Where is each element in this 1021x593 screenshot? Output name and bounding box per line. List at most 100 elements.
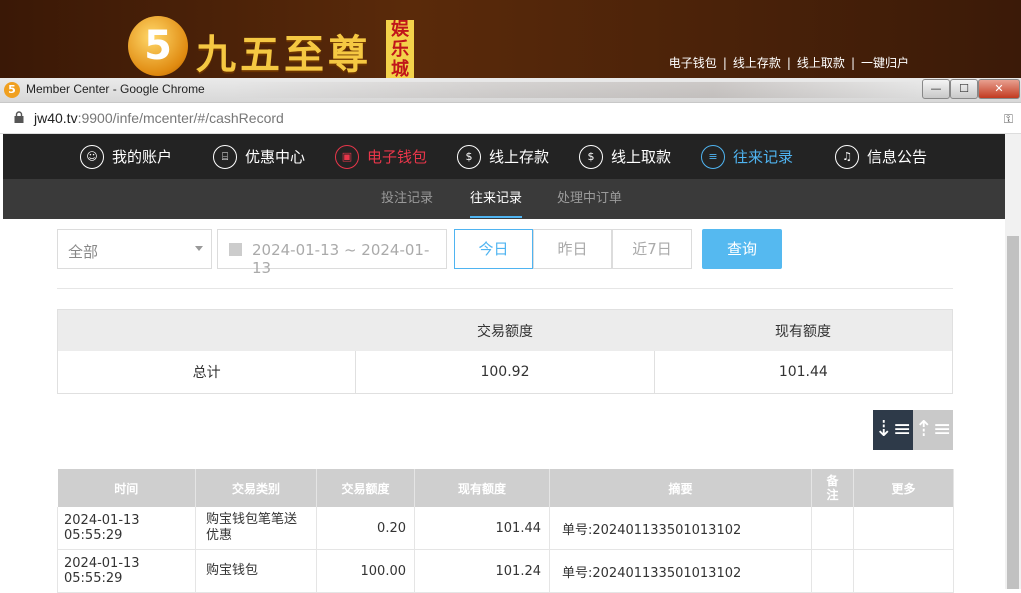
window-titlebar[interactable]: 5 Member Center - Google Chrome — ☐ ✕ [0, 78, 1021, 103]
nav-label: 线上取款 [611, 148, 672, 166]
logo-icon: 5 [128, 16, 188, 76]
nav-label: 我的账户 [112, 148, 173, 166]
cell-amount: 0.20 [316, 507, 415, 550]
nav-label: 信息公告 [867, 148, 928, 166]
col-header-more: 更多 [853, 469, 954, 507]
summary-table: 交易额度 现有额度 总计 100.92 101.44 [57, 309, 953, 394]
summary-total-amount: 100.92 [355, 351, 653, 393]
cell-balance: 101.44 [414, 507, 550, 550]
separator: | [722, 56, 727, 70]
table-row: 2024-01-13 05:55:29 购宝钱包笔笔送优惠 0.20 101.4… [57, 507, 954, 550]
table-row: 2024-01-13 05:55:29 购宝钱包 100.00 101.24 单… [57, 549, 954, 593]
top-link-merge[interactable]: 一键归户 [861, 56, 909, 70]
cell-more[interactable] [853, 549, 954, 593]
nav-label: 电子钱包 [367, 148, 428, 166]
separator: | [786, 56, 791, 70]
scrollbar-thumb[interactable] [1007, 236, 1019, 589]
summary-total-row: 总计 100.92 101.44 [58, 351, 952, 393]
user-icon: ☺ [80, 144, 104, 169]
withdraw-icon: $ [579, 144, 603, 169]
summary-total-balance: 101.44 [653, 351, 952, 393]
tab-transaction-records[interactable]: 往来记录 [470, 179, 523, 219]
separator: | [850, 56, 855, 70]
nav-item-wallet[interactable]: ▣ 电子钱包 [335, 134, 427, 179]
sub-nav: 投注记录 往来记录 处理中订单 [3, 179, 1005, 219]
chevron-down-icon [195, 246, 203, 251]
date-range-value: 2024-01-13 ~ 2024-01-13 [252, 241, 430, 277]
cell-time: 2024-01-13 05:55:29 [57, 549, 196, 593]
bell-icon: ♫ [835, 144, 859, 169]
summary-header-cell [58, 310, 356, 351]
nav-item-deposit[interactable]: $ 线上存款 [457, 134, 549, 179]
cell-type: 购宝钱包笔笔送优惠 [195, 507, 317, 550]
url-path: :9900/infe/mcenter/#/cashRecord [77, 110, 284, 126]
gift-icon: ⌸ [213, 144, 237, 169]
nav-item-records[interactable]: ≡ 往来记录 [701, 134, 793, 179]
url-text[interactable]: jw40.tv:9900/infe/mcenter/#/cashRecord [34, 110, 284, 126]
site-logo-text: 九五至尊 [196, 31, 372, 78]
top-links: 电子钱包 | 线上存款 | 线上取款 | 一键归户 [669, 54, 909, 71]
top-link-wallet[interactable]: 电子钱包 [669, 56, 717, 70]
key-icon[interactable]: ⚿ [1004, 112, 1013, 127]
records-header-row: 时间 交易类别 交易额度 现有额度 摘要 备注 更多 [57, 469, 954, 507]
date-range-input[interactable]: 2024-01-13 ~ 2024-01-13 [217, 229, 447, 277]
summary-header-row: 交易额度 现有额度 [58, 310, 952, 351]
col-header-type: 交易类别 [195, 469, 317, 507]
nav-label: 往来记录 [733, 148, 794, 166]
top-link-deposit[interactable]: 线上存款 [733, 56, 781, 70]
wallet-icon: ▣ [335, 144, 359, 169]
col-header-summary: 摘要 [549, 469, 812, 507]
cell-amount: 100.00 [316, 549, 415, 593]
nav-item-promotions[interactable]: ⌸ 优惠中心 [213, 134, 305, 179]
sort-desc-icon[interactable]: ⇣≡ [873, 410, 913, 450]
sort-asc-icon[interactable]: ⇡≡ [913, 410, 953, 450]
url-host: jw40.tv [34, 110, 78, 126]
cell-remark [811, 507, 854, 550]
type-select-value: 全部 [68, 243, 99, 261]
divider [57, 288, 953, 289]
app-icon: 5 [4, 82, 20, 98]
summary-header-cell: 交易额度 [477, 323, 533, 340]
deposit-icon: $ [457, 144, 481, 169]
nav-label: 优惠中心 [245, 148, 306, 166]
maximize-button[interactable]: ☐ [950, 79, 978, 99]
type-select[interactable]: 全部 [57, 229, 212, 269]
browser-window: 5 Member Center - Google Chrome — ☐ ✕ jw… [0, 78, 1021, 593]
address-bar[interactable]: jw40.tv:9900/infe/mcenter/#/cashRecord ⚿ [0, 103, 1021, 134]
col-header-time: 时间 [57, 469, 196, 507]
cell-summary: 单号:202401133501013102 [549, 549, 812, 593]
tab-bet-records[interactable]: 投注记录 [381, 179, 433, 219]
top-link-withdraw[interactable]: 线上取款 [797, 56, 845, 70]
close-button[interactable]: ✕ [978, 79, 1020, 99]
record-icon: ≡ [701, 144, 725, 169]
nav-item-account[interactable]: ☺ 我的账户 [80, 134, 172, 179]
window-title: Member Center - Google Chrome [26, 82, 205, 96]
summary-total-label: 总计 [192, 365, 221, 381]
col-header-amount: 交易额度 [316, 469, 415, 507]
cell-time: 2024-01-13 05:55:29 [57, 507, 196, 550]
col-header-balance: 现有额度 [414, 469, 550, 507]
nav-item-withdraw[interactable]: $ 线上取款 [579, 134, 671, 179]
member-nav: ☺ 我的账户 ⌸ 优惠中心 ▣ 电子钱包 $ 线上存款 $ 线上取款 ≡ 往来记录 ♫ 信息公… [3, 134, 1005, 179]
col-header-remark: 备注 [811, 469, 854, 507]
cell-type: 购宝钱包 [195, 549, 317, 593]
cell-balance: 101.24 [414, 549, 550, 593]
range-7days-button[interactable]: 近7日 [612, 229, 692, 269]
blurred-background [230, 82, 920, 98]
tab-pending-orders[interactable]: 处理中订单 [557, 179, 622, 219]
logo-badge: 娱乐城 [386, 20, 414, 78]
nav-label: 线上存款 [489, 148, 550, 166]
summary-header-cell: 现有额度 [775, 323, 831, 340]
records-table: 时间 交易类别 交易额度 现有额度 摘要 备注 更多 2024-01-13 05… [57, 469, 954, 593]
lock-icon [14, 111, 24, 123]
cell-remark [811, 549, 854, 593]
range-yesterday-button[interactable]: 昨日 [533, 229, 612, 269]
cell-summary: 单号:202401133501013102 [549, 507, 812, 550]
cell-more[interactable] [853, 507, 954, 550]
site-header: 5 九五至尊 娱乐城 电子钱包 | 线上存款 | 线上取款 | 一键归户 [0, 0, 1021, 78]
minimize-button[interactable]: — [922, 79, 950, 99]
calendar-icon [229, 243, 242, 256]
range-today-button[interactable]: 今日 [454, 229, 533, 269]
query-button[interactable]: 查询 [702, 229, 782, 269]
nav-item-notices[interactable]: ♫ 信息公告 [835, 134, 927, 179]
